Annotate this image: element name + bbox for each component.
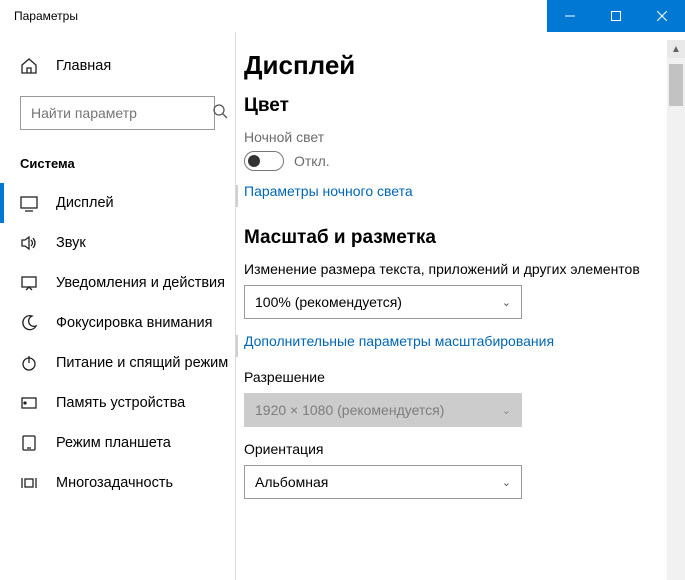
orientation-dropdown[interactable]: Альбомная ⌄ — [244, 465, 522, 499]
sidebar-item-label: Режим планшета — [56, 435, 171, 451]
sidebar-item-label: Уведомления и действия — [56, 275, 225, 291]
sidebar-item-multitask[interactable]: Многозадачность — [0, 463, 235, 503]
resolution-dropdown[interactable]: 1920 × 1080 (рекомендуется) ⌄ — [244, 393, 522, 427]
sound-icon — [20, 234, 38, 252]
toggle-state: Откл. — [294, 153, 330, 169]
sidebar: Главная Система Дисплей Звук — [0, 32, 236, 580]
sidebar-item-storage[interactable]: Память устройства — [0, 383, 235, 423]
sidebar-item-notifications[interactable]: Уведомления и действия — [0, 263, 235, 303]
resolution-value: 1920 × 1080 (рекомендуется) — [255, 402, 444, 418]
sidebar-home[interactable]: Главная — [0, 46, 235, 86]
moon-icon — [20, 314, 38, 332]
scroll-up-icon[interactable]: ▲ — [667, 40, 685, 58]
night-light-settings-link[interactable]: Параметры ночного света — [244, 183, 413, 199]
advanced-scaling-link[interactable]: Дополнительные параметры масштабирования — [244, 333, 554, 349]
scrollbar[interactable]: ▲ — [667, 40, 685, 580]
window-controls — [547, 0, 685, 32]
sidebar-item-focus[interactable]: Фокусировка внимания — [0, 303, 235, 343]
sidebar-item-label: Дисплей — [56, 195, 114, 211]
night-light-toggle[interactable]: Откл. — [244, 151, 661, 171]
search-icon — [212, 103, 228, 124]
power-icon — [20, 354, 38, 372]
sidebar-item-label: Питание и спящий режим — [56, 355, 228, 371]
scale-value: 100% (рекомендуется) — [255, 294, 402, 310]
scrollbar-thumb[interactable] — [669, 64, 683, 106]
home-icon — [20, 57, 38, 75]
sidebar-item-label: Память устройства — [56, 395, 185, 411]
resolution-label: Разрешение — [244, 369, 661, 385]
sidebar-item-label: Звук — [56, 235, 86, 251]
sidebar-item-label: Фокусировка внимания — [56, 315, 212, 331]
titlebar: Параметры — [0, 0, 685, 32]
scale-heading: Масштаб и разметка — [244, 227, 661, 249]
night-light-label: Ночной свет — [244, 129, 661, 145]
sidebar-heading: Система — [0, 138, 235, 183]
sidebar-item-sound[interactable]: Звук — [0, 223, 235, 263]
orientation-label: Ориентация — [244, 441, 661, 457]
toggle-track — [244, 151, 284, 171]
chevron-down-icon: ⌄ — [502, 476, 511, 489]
scale-dropdown[interactable]: 100% (рекомендуется) ⌄ — [244, 285, 522, 319]
notifications-icon — [20, 274, 38, 292]
search-input[interactable] — [20, 96, 215, 130]
color-heading: Цвет — [244, 95, 661, 117]
scale-label: Изменение размера текста, приложений и д… — [244, 261, 661, 277]
minimize-button[interactable] — [547, 0, 593, 32]
orientation-value: Альбомная — [255, 474, 328, 490]
sidebar-home-label: Главная — [56, 58, 111, 74]
multitask-icon — [20, 474, 38, 492]
sidebar-item-tablet[interactable]: Режим планшета — [0, 423, 235, 463]
storage-icon — [20, 394, 38, 412]
display-icon — [20, 194, 38, 212]
sidebar-item-display[interactable]: Дисплей — [0, 183, 235, 223]
chevron-down-icon: ⌄ — [502, 404, 511, 417]
chevron-down-icon: ⌄ — [502, 296, 511, 309]
close-button[interactable] — [639, 0, 685, 32]
content-area: Дисплей Цвет Ночной свет Откл. Параметры… — [236, 32, 685, 580]
search-field[interactable] — [31, 105, 212, 121]
window-title: Параметры — [0, 9, 78, 23]
sidebar-item-power[interactable]: Питание и спящий режим — [0, 343, 235, 383]
tablet-icon — [20, 434, 38, 452]
sidebar-item-label: Многозадачность — [56, 475, 173, 491]
page-title: Дисплей — [244, 50, 661, 81]
maximize-button[interactable] — [593, 0, 639, 32]
